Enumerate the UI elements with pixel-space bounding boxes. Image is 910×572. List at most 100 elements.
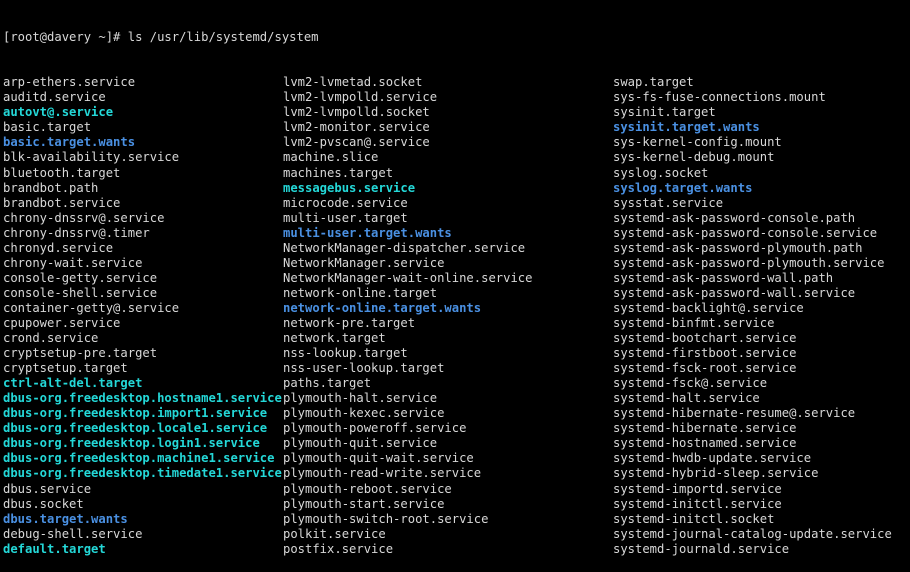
- file-entry-file[interactable]: systemd-initctl.socket: [613, 512, 774, 527]
- file-entry-file[interactable]: plymouth-quit-wait.service: [283, 451, 474, 466]
- file-entry-link[interactable]: dbus-org.freedesktop.hostname1.service: [3, 391, 282, 406]
- file-entry-link[interactable]: messagebus.service: [283, 181, 415, 196]
- file-entry-file[interactable]: plymouth-start.service: [283, 497, 444, 512]
- file-entry-file[interactable]: systemd-journald.service: [613, 542, 789, 557]
- file-entry-file[interactable]: systemd-importd.service: [613, 482, 782, 497]
- file-entry-file[interactable]: systemd-fsck-root.service: [613, 361, 796, 376]
- file-entry-file[interactable]: systemd-hibernate.service: [613, 421, 796, 436]
- file-entry-file[interactable]: plymouth-switch-root.service: [283, 512, 488, 527]
- file-entry-file[interactable]: plymouth-kexec.service: [283, 406, 444, 421]
- file-entry-link[interactable]: autovt@.service: [3, 105, 113, 120]
- listing-row: chronyd.service NetworkManager-dispatcher…: [0, 241, 910, 256]
- file-entry-file[interactable]: systemd-ask-password-plymouth.path: [613, 241, 862, 256]
- file-entry-file[interactable]: lvm2-monitor.service: [283, 120, 430, 135]
- file-entry-file[interactable]: nss-lookup.target: [283, 346, 408, 361]
- file-entry-file[interactable]: cryptsetup.target: [3, 361, 128, 376]
- file-entry-file[interactable]: network.target: [283, 331, 386, 346]
- file-entry-dir[interactable]: multi-user.target.wants: [283, 226, 452, 241]
- file-entry-file[interactable]: sys-kernel-config.mount: [613, 135, 782, 150]
- file-entry-file[interactable]: systemd-halt.service: [613, 391, 760, 406]
- file-entry-file[interactable]: systemd-ask-password-wall.path: [613, 271, 833, 286]
- file-entry-file[interactable]: network-pre.target: [283, 316, 415, 331]
- file-entry-file[interactable]: systemd-hibernate-resume@.service: [613, 406, 855, 421]
- file-entry-file[interactable]: plymouth-reboot.service: [283, 482, 452, 497]
- file-entry-file[interactable]: plymouth-poweroff.service: [283, 421, 466, 436]
- file-entry-file[interactable]: systemd-ask-password-console.path: [613, 211, 855, 226]
- file-entry-file[interactable]: systemd-ask-password-wall.service: [613, 286, 855, 301]
- file-entry-file[interactable]: systemd-firstboot.service: [613, 346, 796, 361]
- file-entry-file[interactable]: sys-kernel-debug.mount: [613, 150, 774, 165]
- file-entry-link[interactable]: dbus-org.freedesktop.import1.service: [3, 406, 267, 421]
- file-entry-file[interactable]: console-getty.service: [3, 271, 157, 286]
- file-entry-link[interactable]: default.target: [3, 542, 106, 557]
- file-entry-file[interactable]: basic.target: [3, 120, 91, 135]
- file-entry-file[interactable]: NetworkManager-wait-online.service: [283, 271, 532, 286]
- terminal-window[interactable]: [root@davery ~]# ls /usr/lib/systemd/sys…: [0, 0, 910, 556]
- file-entry-file[interactable]: brandbot.path: [3, 181, 98, 196]
- file-entry-file[interactable]: lvm2-pvscan@.service: [283, 135, 430, 150]
- file-entry-file[interactable]: bluetooth.target: [3, 166, 120, 181]
- file-entry-link[interactable]: dbus-org.freedesktop.login1.service: [3, 436, 260, 451]
- file-entry-file[interactable]: plymouth-halt.service: [283, 391, 437, 406]
- file-entry-file[interactable]: systemd-hostnamed.service: [613, 436, 796, 451]
- file-entry-file[interactable]: systemd-hwdb-update.service: [613, 451, 811, 466]
- file-entry-file[interactable]: cpupower.service: [3, 316, 120, 331]
- file-entry-file[interactable]: nss-user-lookup.target: [283, 361, 444, 376]
- file-entry-file[interactable]: multi-user.target: [283, 211, 408, 226]
- file-entry-link[interactable]: dbus-org.freedesktop.machine1.service: [3, 451, 275, 466]
- file-entry-file[interactable]: systemd-initctl.service: [613, 497, 782, 512]
- file-entry-link[interactable]: ctrl-alt-del.target: [3, 376, 142, 391]
- file-entry-file[interactable]: systemd-hybrid-sleep.service: [613, 466, 818, 481]
- file-entry-dir[interactable]: dbus.target.wants: [3, 512, 128, 527]
- file-entry-file[interactable]: machines.target: [283, 166, 393, 181]
- file-entry-file[interactable]: cryptsetup-pre.target: [3, 346, 157, 361]
- file-entry-file[interactable]: postfix.service: [283, 542, 393, 557]
- file-entry-file[interactable]: blk-availability.service: [3, 150, 179, 165]
- file-entry-dir[interactable]: sysinit.target.wants: [613, 120, 760, 135]
- file-entry-file[interactable]: brandbot.service: [3, 196, 120, 211]
- file-entry-link[interactable]: dbus-org.freedesktop.timedate1.service: [3, 466, 282, 481]
- file-entry-file[interactable]: sys-fs-fuse-connections.mount: [613, 90, 826, 105]
- file-entry-file[interactable]: microcode.service: [283, 196, 408, 211]
- file-entry-file[interactable]: chrony-dnssrv@.service: [3, 211, 164, 226]
- file-entry-file[interactable]: systemd-fsck@.service: [613, 376, 767, 391]
- file-entry-file[interactable]: chronyd.service: [3, 241, 113, 256]
- file-entry-file[interactable]: arp-ethers.service: [3, 75, 135, 90]
- file-entry-file[interactable]: systemd-backlight@.service: [613, 301, 804, 316]
- file-entry-file[interactable]: debug-shell.service: [3, 527, 142, 542]
- file-entry-file[interactable]: plymouth-quit.service: [283, 436, 437, 451]
- file-entry-file[interactable]: polkit.service: [283, 527, 386, 542]
- file-entry-file[interactable]: swap.target: [613, 75, 694, 90]
- file-entry-file[interactable]: lvm2-lvmpolld.socket: [283, 105, 430, 120]
- file-entry-file[interactable]: auditd.service: [3, 90, 106, 105]
- file-entry-file[interactable]: chrony-dnssrv@.timer: [3, 226, 150, 241]
- file-entry-file[interactable]: systemd-ask-password-plymouth.service: [613, 256, 885, 271]
- file-entry-file[interactable]: dbus.socket: [3, 497, 84, 512]
- file-entry-file[interactable]: machine.slice: [283, 150, 378, 165]
- listing-row: dbus-org.freedesktop.timedate1.service pl…: [0, 466, 910, 481]
- file-entry-file[interactable]: systemd-binfmt.service: [613, 316, 774, 331]
- file-entry-file[interactable]: syslog.socket: [613, 166, 708, 181]
- file-entry-file[interactable]: NetworkManager-dispatcher.service: [283, 241, 525, 256]
- file-entry-file[interactable]: crond.service: [3, 331, 98, 346]
- file-entry-file[interactable]: systemd-bootchart.service: [613, 331, 796, 346]
- file-entry-file[interactable]: paths.target: [283, 376, 371, 391]
- file-entry-file[interactable]: dbus.service: [3, 482, 91, 497]
- file-entry-file[interactable]: sysstat.service: [613, 196, 723, 211]
- file-entry-file[interactable]: console-shell.service: [3, 286, 157, 301]
- file-entry-dir[interactable]: basic.target.wants: [3, 135, 135, 150]
- file-entry-file[interactable]: lvm2-lvmpolld.service: [283, 90, 437, 105]
- file-entry-dir[interactable]: syslog.target.wants: [613, 181, 752, 196]
- file-entry-file[interactable]: sysinit.target: [613, 105, 716, 120]
- file-entry-file[interactable]: chrony-wait.service: [3, 256, 142, 271]
- file-entry-file[interactable]: systemd-journal-catalog-update.service: [613, 527, 892, 542]
- listing-row: dbus-org.freedesktop.login1.service plymo…: [0, 436, 910, 451]
- file-entry-file[interactable]: container-getty@.service: [3, 301, 179, 316]
- file-entry-file[interactable]: plymouth-read-write.service: [283, 466, 481, 481]
- file-entry-file[interactable]: lvm2-lvmetad.socket: [283, 75, 422, 90]
- file-entry-file[interactable]: network-online.target: [283, 286, 437, 301]
- file-entry-dir[interactable]: network-online.target.wants: [283, 301, 481, 316]
- file-entry-file[interactable]: NetworkManager.service: [283, 256, 444, 271]
- file-entry-link[interactable]: dbus-org.freedesktop.locale1.service: [3, 421, 267, 436]
- file-entry-file[interactable]: systemd-ask-password-console.service: [613, 226, 877, 241]
